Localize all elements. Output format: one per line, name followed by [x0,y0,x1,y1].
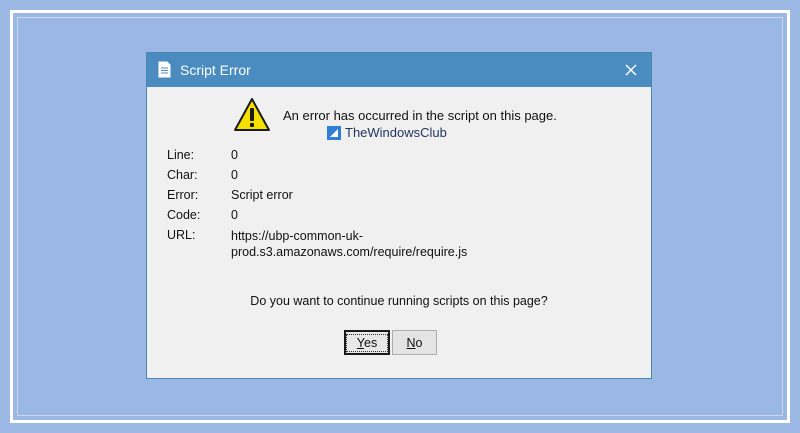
continue-question: Do you want to continue running scripts … [250,294,548,308]
code-value: 0 [231,208,238,222]
error-message: An error has occurred in the script on t… [283,108,557,123]
no-button[interactable]: No [392,330,437,355]
dialog-title: Script Error [180,62,251,78]
line-value: 0 [231,148,238,162]
watermark: TheWindowsClub [327,125,447,140]
windows-club-logo [327,125,341,140]
url-value: https://ubp-common-uk-prod.s3.amazonaws.… [231,229,468,259]
line-label: Line: [167,148,195,162]
document-icon [158,61,171,78]
warning-icon [234,98,270,131]
url-label: URL: [167,228,196,242]
script-error-dialog: Script Error An error has occurred in th… [146,52,652,379]
no-button-label: No [406,335,423,350]
error-label: Error: [167,188,199,202]
code-label: Code: [167,208,201,222]
error-value: Script error [231,188,293,202]
close-icon [625,64,637,76]
char-label: Char: [167,168,198,182]
yes-button-label: Yes [345,333,389,352]
watermark-text: TheWindowsClub [345,125,447,140]
dialog-titlebar[interactable]: Script Error [147,53,651,87]
char-value: 0 [231,168,238,182]
yes-button[interactable]: Yes [344,330,390,355]
close-button[interactable] [611,53,651,87]
